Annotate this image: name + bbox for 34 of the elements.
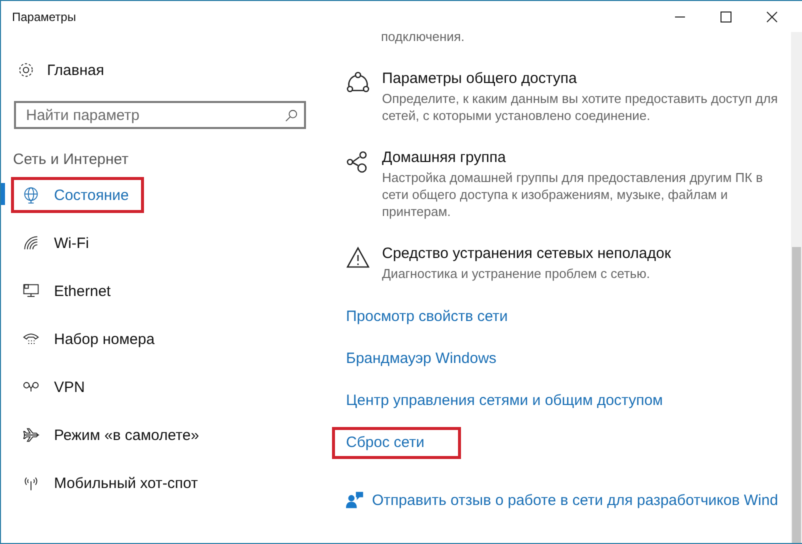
search-icon <box>285 109 298 122</box>
section-title[interactable]: Средство устранения сетевых неполадок <box>382 245 787 262</box>
sidebar-item[interactable]: Режим «в самолете» <box>1 411 321 459</box>
settings-link[interactable]: Просмотр свойств сети <box>346 308 508 325</box>
maximize-icon[interactable] <box>720 10 732 22</box>
sidebar-item[interactable]: Состояние <box>1 171 321 219</box>
wifi-icon <box>22 234 40 252</box>
window-title: Параметры <box>12 10 76 24</box>
section-title[interactable]: Параметры общего доступа <box>382 70 787 87</box>
settings-link[interactable]: Брандмауэр Windows <box>346 350 496 367</box>
category-heading: Сеть и Интернет <box>13 151 130 170</box>
sidebar-item[interactable]: Wi-Fi <box>1 219 321 267</box>
settings-link[interactable]: Центр управления сетями и общим доступом <box>346 392 663 409</box>
section-description: Диагностика и устранение проблем с сетью. <box>382 265 652 282</box>
ethernet-icon <box>22 282 40 300</box>
section-title[interactable]: Домашняя группа <box>382 149 787 166</box>
home-item[interactable]: Главная <box>1 54 321 86</box>
sharing-icon <box>346 71 370 95</box>
section-description: Определите, к каким данным вы хотите предоставить доступ для сетей, с которыми установлено соединение. <box>382 90 779 124</box>
gear-icon <box>17 61 35 79</box>
airplane-icon <box>22 426 40 444</box>
close-icon[interactable] <box>766 10 778 22</box>
globe-icon <box>22 186 40 204</box>
sidebar-item[interactable]: Набор номера <box>1 315 321 363</box>
search-field[interactable]: Найти параметр <box>14 101 306 129</box>
sidebar-item[interactable]: VPN <box>1 363 321 411</box>
sidebar-item[interactable]: Мобильный хот-спот <box>1 459 321 507</box>
feedback-link[interactable]: Отправить отзыв о работе в сети для разработчиков Wind <box>372 492 778 508</box>
scrollbar[interactable] <box>791 32 802 543</box>
section-description: Настройка домашней группы для предоставления другим ПК в сети общего доступа к изображениям, музыке, файлам и принтерам. <box>382 169 764 220</box>
feedback-icon <box>346 491 364 509</box>
warning-icon <box>346 246 370 270</box>
description-text: подключения. <box>380 32 466 45</box>
sidebar-item[interactable]: Ethernet <box>1 267 321 315</box>
